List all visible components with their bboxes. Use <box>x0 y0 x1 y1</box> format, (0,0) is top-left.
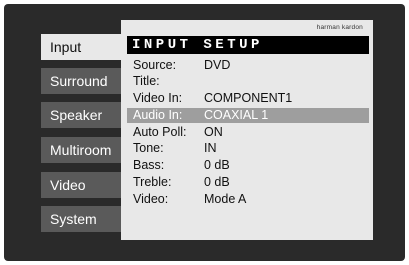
tab-input[interactable]: Input <box>41 34 131 60</box>
tab-speaker-label: Speaker <box>50 107 103 123</box>
setting-value: DVD <box>204 58 231 72</box>
setting-label: Video: <box>133 192 169 206</box>
setting-value: Mode A <box>204 192 247 206</box>
setting-value: ON <box>204 125 223 139</box>
tab-video[interactable]: Video <box>41 172 125 198</box>
tab-multiroom-label: Multiroom <box>50 142 112 158</box>
setting-label: Audio In: <box>133 108 183 122</box>
setting-row-title[interactable]: Title: <box>127 74 369 89</box>
brand-logo: harman kardon <box>316 24 363 31</box>
setting-label: Source: <box>133 58 177 72</box>
tab-speaker[interactable]: Speaker <box>41 102 125 128</box>
panel-title: INPUT SETUP <box>132 37 263 53</box>
setting-row-video-in[interactable]: Video In: COMPONENT1 <box>127 91 369 106</box>
input-setup-panel: harman kardon INPUT SETUP Source: DVD Ti… <box>121 20 373 240</box>
setting-value: COMPONENT1 <box>204 91 293 105</box>
setting-value: 0 dB <box>204 175 230 189</box>
setting-value: COAXIAL 1 <box>204 108 269 122</box>
setting-row-bass[interactable]: Bass: 0 dB <box>127 158 369 173</box>
setting-label: Auto Poll: <box>133 125 187 139</box>
setting-row-tone[interactable]: Tone: IN <box>127 141 369 156</box>
setting-row-source[interactable]: Source: DVD <box>127 58 369 73</box>
setting-row-treble[interactable]: Treble: 0 dB <box>127 175 369 190</box>
panel-title-bar: INPUT SETUP <box>127 36 369 54</box>
tab-multiroom[interactable]: Multiroom <box>41 137 125 163</box>
tab-system[interactable]: System <box>41 206 125 232</box>
tab-system-label: System <box>50 211 97 227</box>
setting-row-auto-poll[interactable]: Auto Poll: ON <box>127 125 369 140</box>
setting-label: Video In: <box>133 91 183 105</box>
tab-surround[interactable]: Surround <box>41 68 125 94</box>
setting-row-video[interactable]: Video: Mode A <box>127 192 369 207</box>
setting-label: Tone: <box>133 141 164 155</box>
osd-screen: Input Surround Speaker Multiroom Video S… <box>4 4 405 261</box>
tab-surround-label: Surround <box>50 73 108 89</box>
setting-value: 0 dB <box>204 158 230 172</box>
setting-label: Treble: <box>133 175 172 189</box>
setting-row-audio-in[interactable]: Audio In: COAXIAL 1 <box>127 108 369 123</box>
tab-video-label: Video <box>50 177 86 193</box>
setting-label: Bass: <box>133 158 165 172</box>
tab-input-label: Input <box>50 39 82 55</box>
setting-label: Title: <box>133 74 160 88</box>
setting-value: IN <box>204 141 217 155</box>
